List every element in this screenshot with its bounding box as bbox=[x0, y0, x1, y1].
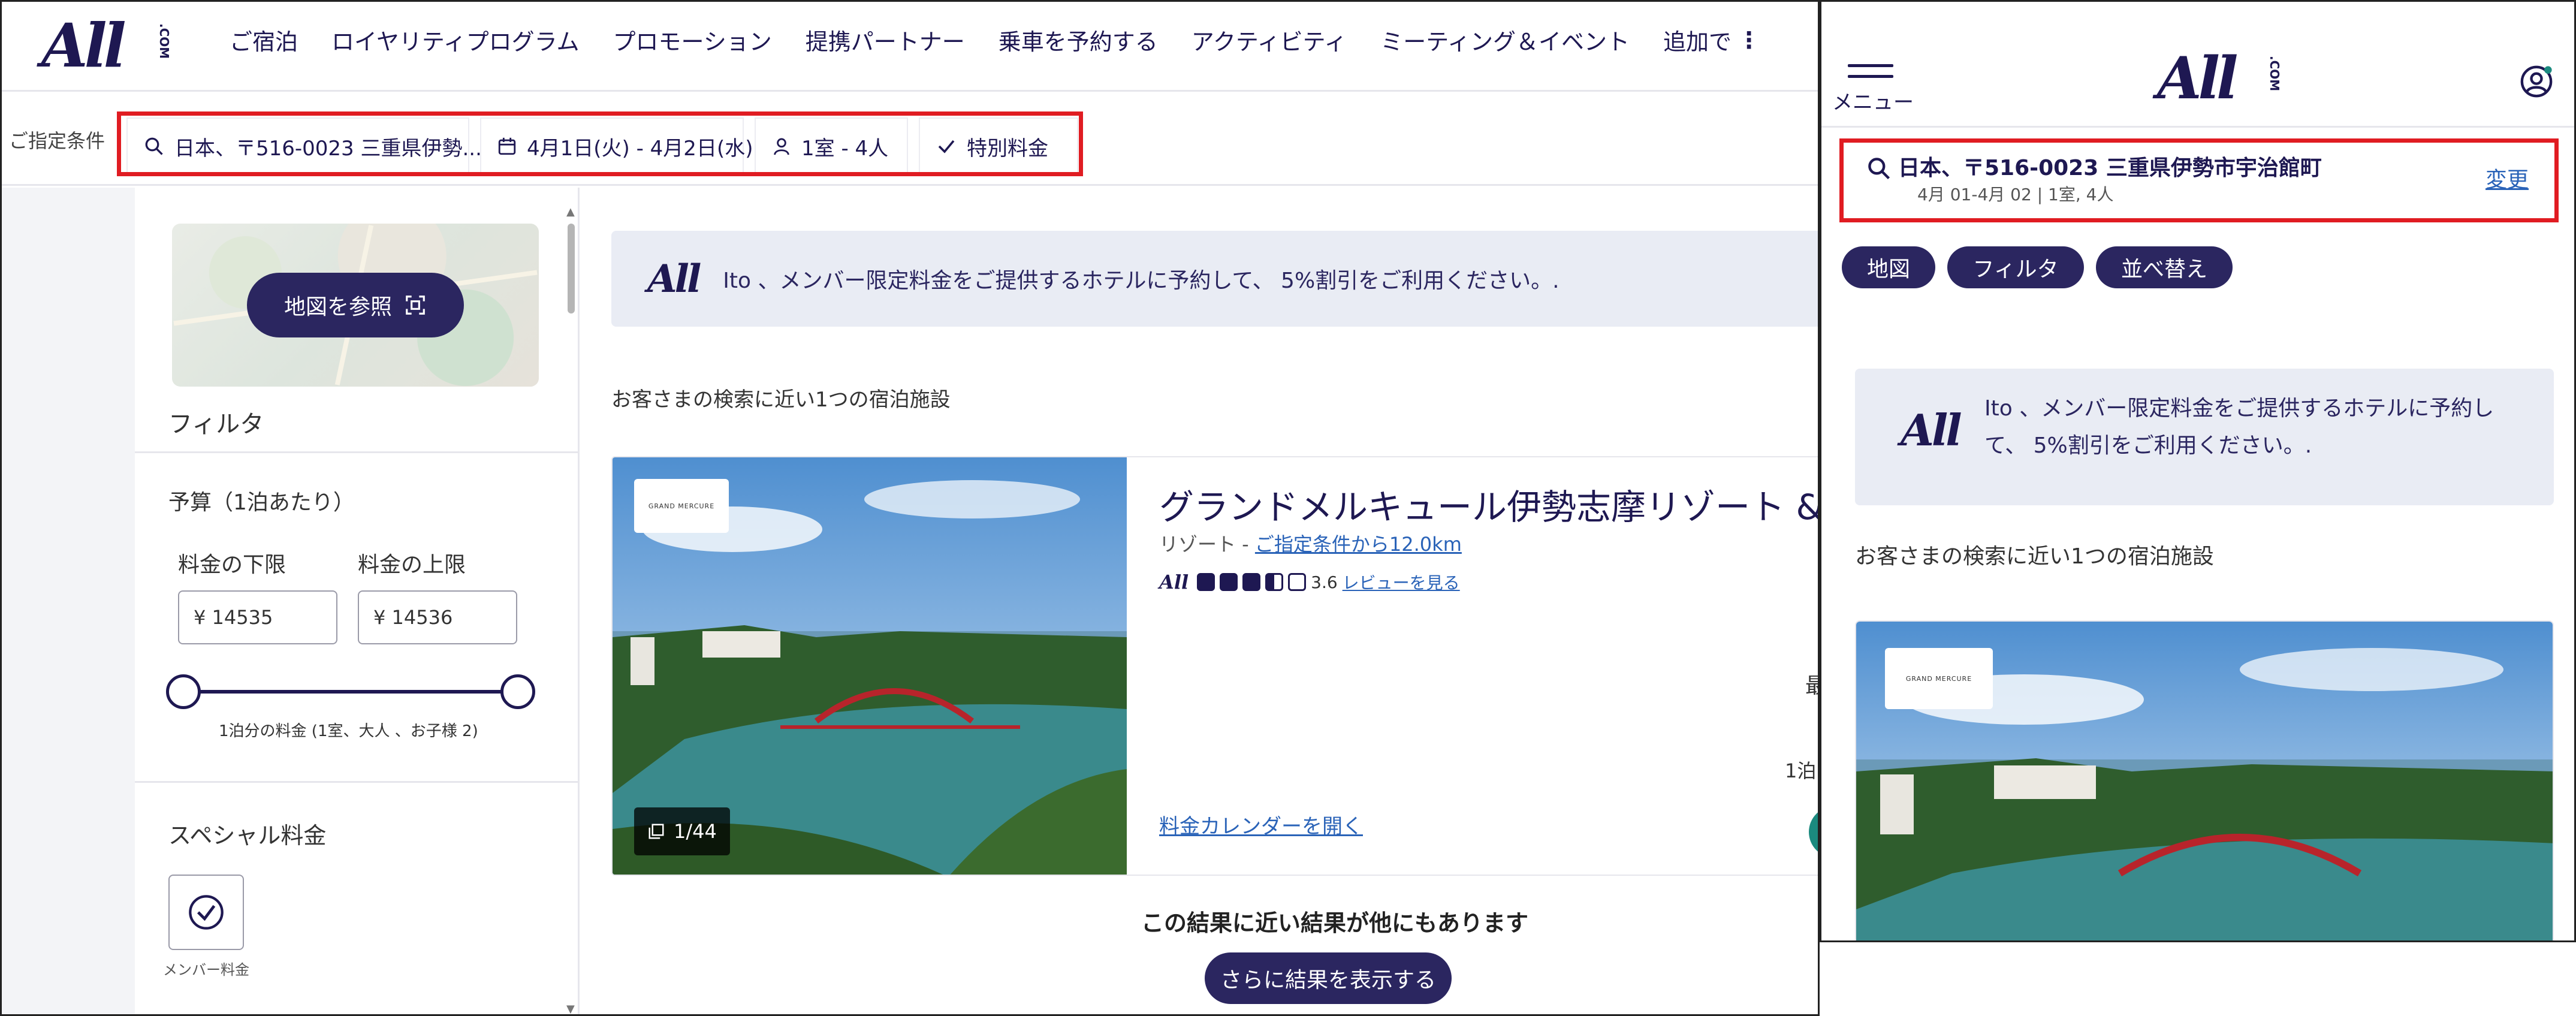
logo-com: .COM bbox=[157, 23, 171, 59]
check-circle-icon bbox=[189, 895, 224, 930]
filter-pill-button[interactable]: フィルタ bbox=[1947, 246, 2084, 288]
mobile-view: メニュー All .COM 日本、〒516-0023 三重県伊勢市宇治館町 4月… bbox=[1820, 0, 2576, 942]
logo-text: All bbox=[41, 10, 126, 81]
desktop-header: All .COM ご宿泊 ロイヤリティプログラム プロモーション 提携パートナー… bbox=[2, 2, 1818, 92]
hotel-name[interactable]: グランドメルキュール伊勢志摩リゾート & ス bbox=[1159, 479, 1818, 529]
menu-icon[interactable] bbox=[1848, 64, 1893, 86]
member-rate-option[interactable] bbox=[168, 875, 244, 950]
member-rate-label: メンバー料金 bbox=[163, 961, 249, 978]
currency-symbol: ¥ bbox=[373, 606, 386, 629]
photo-count[interactable]: 1/44 bbox=[634, 807, 730, 855]
search-summary-bar: ご指定条件 日本、〒516-0023 三重県伊勢... 4月1日(火) - 4月… bbox=[2, 94, 1818, 186]
logo-text: All bbox=[2157, 44, 2238, 112]
map-pill-button[interactable]: 地図 bbox=[1842, 246, 1935, 288]
currency-symbol: ¥ bbox=[194, 606, 206, 629]
menu-label[interactable]: メニュー bbox=[1832, 86, 1914, 115]
nav-stays[interactable]: ご宿泊 bbox=[230, 23, 298, 56]
rating-pip bbox=[1265, 573, 1284, 591]
view-map-label: 地図を参照 bbox=[283, 295, 392, 319]
nav-meetings[interactable]: ミーティング＆イベント bbox=[1380, 23, 1630, 56]
nav-more-label: 追加で bbox=[1663, 29, 1732, 55]
gallery-icon bbox=[648, 824, 664, 839]
rating-row: All 3.6 レビューを見る bbox=[1159, 570, 1460, 594]
max-price-value: 14536 bbox=[391, 606, 453, 629]
filter-title: フィルタ bbox=[168, 411, 264, 438]
sort-pill-button[interactable]: 並べ替え bbox=[2096, 246, 2233, 288]
rating-pip bbox=[1220, 573, 1238, 591]
per-night-fragment: 1泊 | bbox=[1785, 759, 1818, 782]
promo-logo: All bbox=[647, 256, 701, 302]
nav-partners[interactable]: 提携パートナー bbox=[806, 23, 965, 56]
rating-brand: All bbox=[1159, 571, 1189, 593]
price-slider-track[interactable] bbox=[183, 690, 518, 694]
search-criteria-label: ご指定条件 bbox=[9, 129, 105, 152]
max-price-input[interactable]: ¥ 14536 bbox=[358, 590, 517, 644]
site-logo[interactable]: All .COM bbox=[41, 10, 171, 81]
slider-handle-min[interactable] bbox=[166, 674, 201, 709]
slider-note: 1泊分の料金 (1室、大人 、お子様 2) bbox=[219, 722, 478, 740]
hotel-card[interactable]: GRAND MERCURE 1/44 グランドメルキュール伊勢志摩リゾート & … bbox=[611, 456, 1818, 876]
nav-promotions[interactable]: プロモーション bbox=[613, 23, 771, 56]
show-more-button[interactable]: さらに結果を表示する bbox=[1205, 952, 1452, 1004]
min-price-value: 14535 bbox=[212, 606, 273, 629]
rating-score: 3.6 bbox=[1311, 572, 1338, 592]
promo-text: Ito 、メンバー限定料金をご提供するホテルに予約して、 5%割引をご利用くださ… bbox=[1984, 396, 2494, 458]
highlight-box bbox=[117, 111, 1083, 176]
member-promo-banner: All Ito 、メンバー限定料金をご提供するホテルに予約して、 5%割引をご利… bbox=[1855, 369, 2554, 505]
member-promo-banner: All Ito 、メンバー限定料金をご提供するホテルに予約して、 5%割引をご利… bbox=[611, 231, 1818, 327]
left-gutter bbox=[2, 188, 135, 1014]
hotel-type: リゾート - bbox=[1159, 533, 1255, 556]
mini-map[interactable]: 地図を参照 bbox=[172, 224, 539, 387]
results-area: All Ito 、メンバー限定料金をご提供するホテルに予約して、 5%割引をご利… bbox=[581, 188, 1818, 1014]
rating-pip bbox=[1288, 573, 1307, 591]
account-icon[interactable] bbox=[2519, 64, 2554, 99]
hotel-meta: リゾート - ご指定条件から12.0km bbox=[1159, 529, 1462, 557]
filter-scrollbar[interactable]: ▲ ▼ bbox=[565, 206, 577, 1014]
logo-com: .COM bbox=[2267, 56, 2282, 92]
hotel-card[interactable]: GRAND MERCURE bbox=[1855, 620, 2554, 940]
filter-panel: 地図を参照 フィルタ 予算（1泊あたり） 料金の下限 料金の上限 ¥ 14535… bbox=[135, 188, 580, 1014]
nav-loyalty[interactable]: ロイヤリティプログラム bbox=[331, 23, 579, 56]
photo-count-text: 1/44 bbox=[674, 820, 717, 843]
near-results-text: この結果に近い結果が他にもあります bbox=[1141, 910, 1529, 936]
price-fragment: 最 bbox=[1805, 668, 1818, 700]
hotel-photo[interactable]: GRAND MERCURE 1/44 bbox=[613, 457, 1127, 875]
rating-pip bbox=[1242, 573, 1261, 591]
kebab-icon: ⋮ bbox=[1738, 26, 1761, 53]
promo-text: Ito 、メンバー限定料金をご提供するホテルに予約して、 5%割引をご利用くださ… bbox=[723, 269, 1560, 293]
promo-logo: All bbox=[1901, 405, 1962, 456]
site-logo[interactable]: All .COM bbox=[2157, 49, 2282, 108]
results-count: お客さまの検索に近い1つの宿泊施設 bbox=[611, 388, 951, 412]
desktop-view: All .COM ご宿泊 ロイヤリティプログラム プロモーション 提携パートナー… bbox=[0, 0, 1820, 1016]
book-button[interactable] bbox=[1809, 806, 1818, 858]
budget-title: 予算（1泊あたり） bbox=[168, 490, 355, 515]
brand-badge: GRAND MERCURE bbox=[634, 479, 729, 533]
special-rate-title: スペシャル料金 bbox=[168, 822, 327, 849]
mobile-header: メニュー All .COM bbox=[1821, 2, 2574, 128]
view-map-button[interactable]: 地図を参照 bbox=[247, 273, 464, 337]
min-price-input[interactable]: ¥ 14535 bbox=[178, 590, 337, 644]
rating-pip bbox=[1197, 573, 1215, 591]
min-price-label: 料金の下限 bbox=[178, 553, 286, 577]
nav-more[interactable]: 追加で ⋮ bbox=[1663, 23, 1760, 56]
divider bbox=[135, 781, 580, 783]
max-price-label: 料金の上限 bbox=[358, 553, 466, 577]
results-count: お客さまの検索に近い1つの宿泊施設 bbox=[1855, 544, 2214, 569]
scroll-up-icon[interactable]: ▲ bbox=[566, 206, 575, 218]
scroll-down-icon[interactable]: ▼ bbox=[566, 1003, 575, 1014]
distance-link[interactable]: ご指定条件から12.0km bbox=[1255, 533, 1462, 556]
nav-rides[interactable]: 乗車を予約する bbox=[999, 23, 1158, 56]
rate-calendar-link[interactable]: 料金カレンダーを開く bbox=[1159, 810, 1363, 839]
top-navigation: ご宿泊 ロイヤリティプログラム プロモーション 提携パートナー 乗車を予約する … bbox=[230, 23, 1794, 56]
reviews-link[interactable]: レビューを見る bbox=[1343, 570, 1460, 594]
brand-badge: GRAND MERCURE bbox=[1885, 648, 1993, 709]
highlight-box bbox=[1839, 138, 2559, 222]
expand-icon bbox=[406, 296, 425, 315]
scroll-thumb[interactable] bbox=[568, 224, 575, 313]
slider-handle-max[interactable] bbox=[500, 674, 535, 709]
divider bbox=[135, 451, 580, 453]
nav-activities[interactable]: アクティビティ bbox=[1192, 23, 1347, 56]
